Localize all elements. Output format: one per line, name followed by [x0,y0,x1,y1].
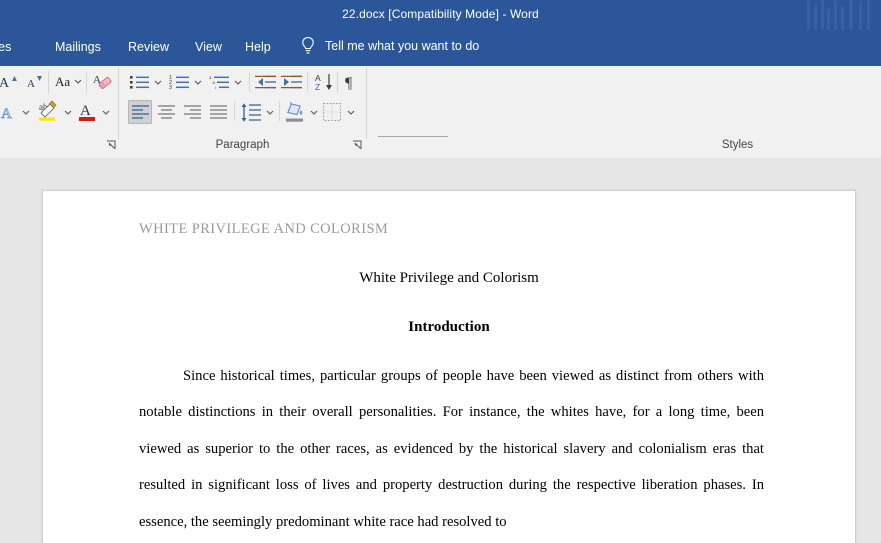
divider [249,72,250,92]
lightbulb-icon [302,36,314,54]
line-spacing-button[interactable] [239,100,263,124]
shading-button[interactable] [283,100,307,124]
tab-help[interactable]: Help [245,40,271,54]
svg-text:A: A [0,76,10,91]
borders-chevron-down-icon[interactable] [346,107,356,117]
document-title: White Privilege and Colorism [359,270,539,286]
numbering-button[interactable]: 123 [168,71,192,93]
increase-indent-button[interactable] [280,71,304,93]
title-bar: 22.docx [Compatibility Mode] - Word [0,0,881,30]
highlight-chevron-down-icon[interactable] [63,107,73,117]
document-canvas: WHITE PRIVILEGE AND COLORISM White Privi… [0,158,881,543]
group-label-paragraph: Paragraph [215,139,270,151]
text-effects-button[interactable]: A [0,100,20,124]
divider [337,72,338,92]
bullets-button[interactable] [128,71,152,93]
tab-view[interactable]: View [195,40,222,54]
borders-button[interactable] [320,100,344,124]
align-right-button[interactable] [180,100,204,124]
word-window: 22.docx [Compatibility Mode] - Word ence… [0,0,881,543]
divider [118,137,119,139]
document-page[interactable]: WHITE PRIVILEGE AND COLORISM White Privi… [42,190,856,543]
paragraph-dialog-launcher[interactable] [352,140,363,151]
font-dialog-launcher[interactable] [106,140,117,151]
tab-references[interactable]: ences [0,40,11,54]
svg-text:A: A [80,103,91,119]
divider [48,71,49,93]
ribbon-group-label-row: Paragraph Styles [0,137,881,158]
decorative-corner-pattern [807,0,870,30]
font-color-chevron-down-icon[interactable] [101,107,111,117]
divider [366,137,367,139]
text-effects-chevron-down-icon[interactable] [21,107,31,117]
tab-mailings[interactable]: Mailings [55,40,101,54]
text-highlight-color-button[interactable]: ab [36,98,62,124]
svg-text:A: A [27,78,35,90]
svg-text:¶: ¶ [345,75,353,92]
align-left-button[interactable] [128,100,152,124]
running-header: WHITE PRIVILEGE AND COLORISM [139,221,389,237]
decrease-indent-button[interactable] [254,71,278,93]
sort-button[interactable]: A Z [312,70,336,94]
divider [307,72,308,92]
shading-chevron-down-icon[interactable] [309,107,319,117]
clear-formatting-button[interactable]: A [91,70,115,94]
svg-text:i: i [215,85,216,90]
divider [279,101,280,121]
body-paragraph: Since historical times, particular group… [139,368,764,530]
grow-font-button[interactable]: A [0,70,20,94]
change-case-button[interactable]: Aa [55,74,70,90]
multilevel-chevron-down-icon[interactable] [233,77,243,87]
font-color-button[interactable]: A [76,98,100,124]
svg-text:Z: Z [315,82,320,92]
window-title: 22.docx [Compatibility Mode] - Word [342,7,539,21]
ribbon-tab-bar: ences Mailings Review View Help Tell me … [0,30,881,66]
bullets-chevron-down-icon[interactable] [153,77,163,87]
divider [234,101,235,121]
multilevel-list-button[interactable]: 1 a i [208,71,232,93]
section-heading: Introduction [408,319,490,335]
tab-review[interactable]: Review [128,40,169,54]
numbering-chevron-down-icon[interactable] [193,77,203,87]
divider [86,71,87,93]
svg-text:3: 3 [169,85,172,91]
justify-button[interactable] [206,100,230,124]
line-spacing-chevron-down-icon[interactable] [265,107,275,117]
show-formatting-marks-button[interactable]: ¶ [340,70,362,94]
shrink-font-button[interactable]: A [22,70,46,94]
svg-text:A: A [1,106,12,122]
group-label-styles: Styles [721,139,754,151]
align-center-button[interactable] [154,100,178,124]
change-case-chevron-down-icon[interactable] [73,76,83,86]
tell-me-search[interactable]: Tell me what you want to do [325,39,479,53]
